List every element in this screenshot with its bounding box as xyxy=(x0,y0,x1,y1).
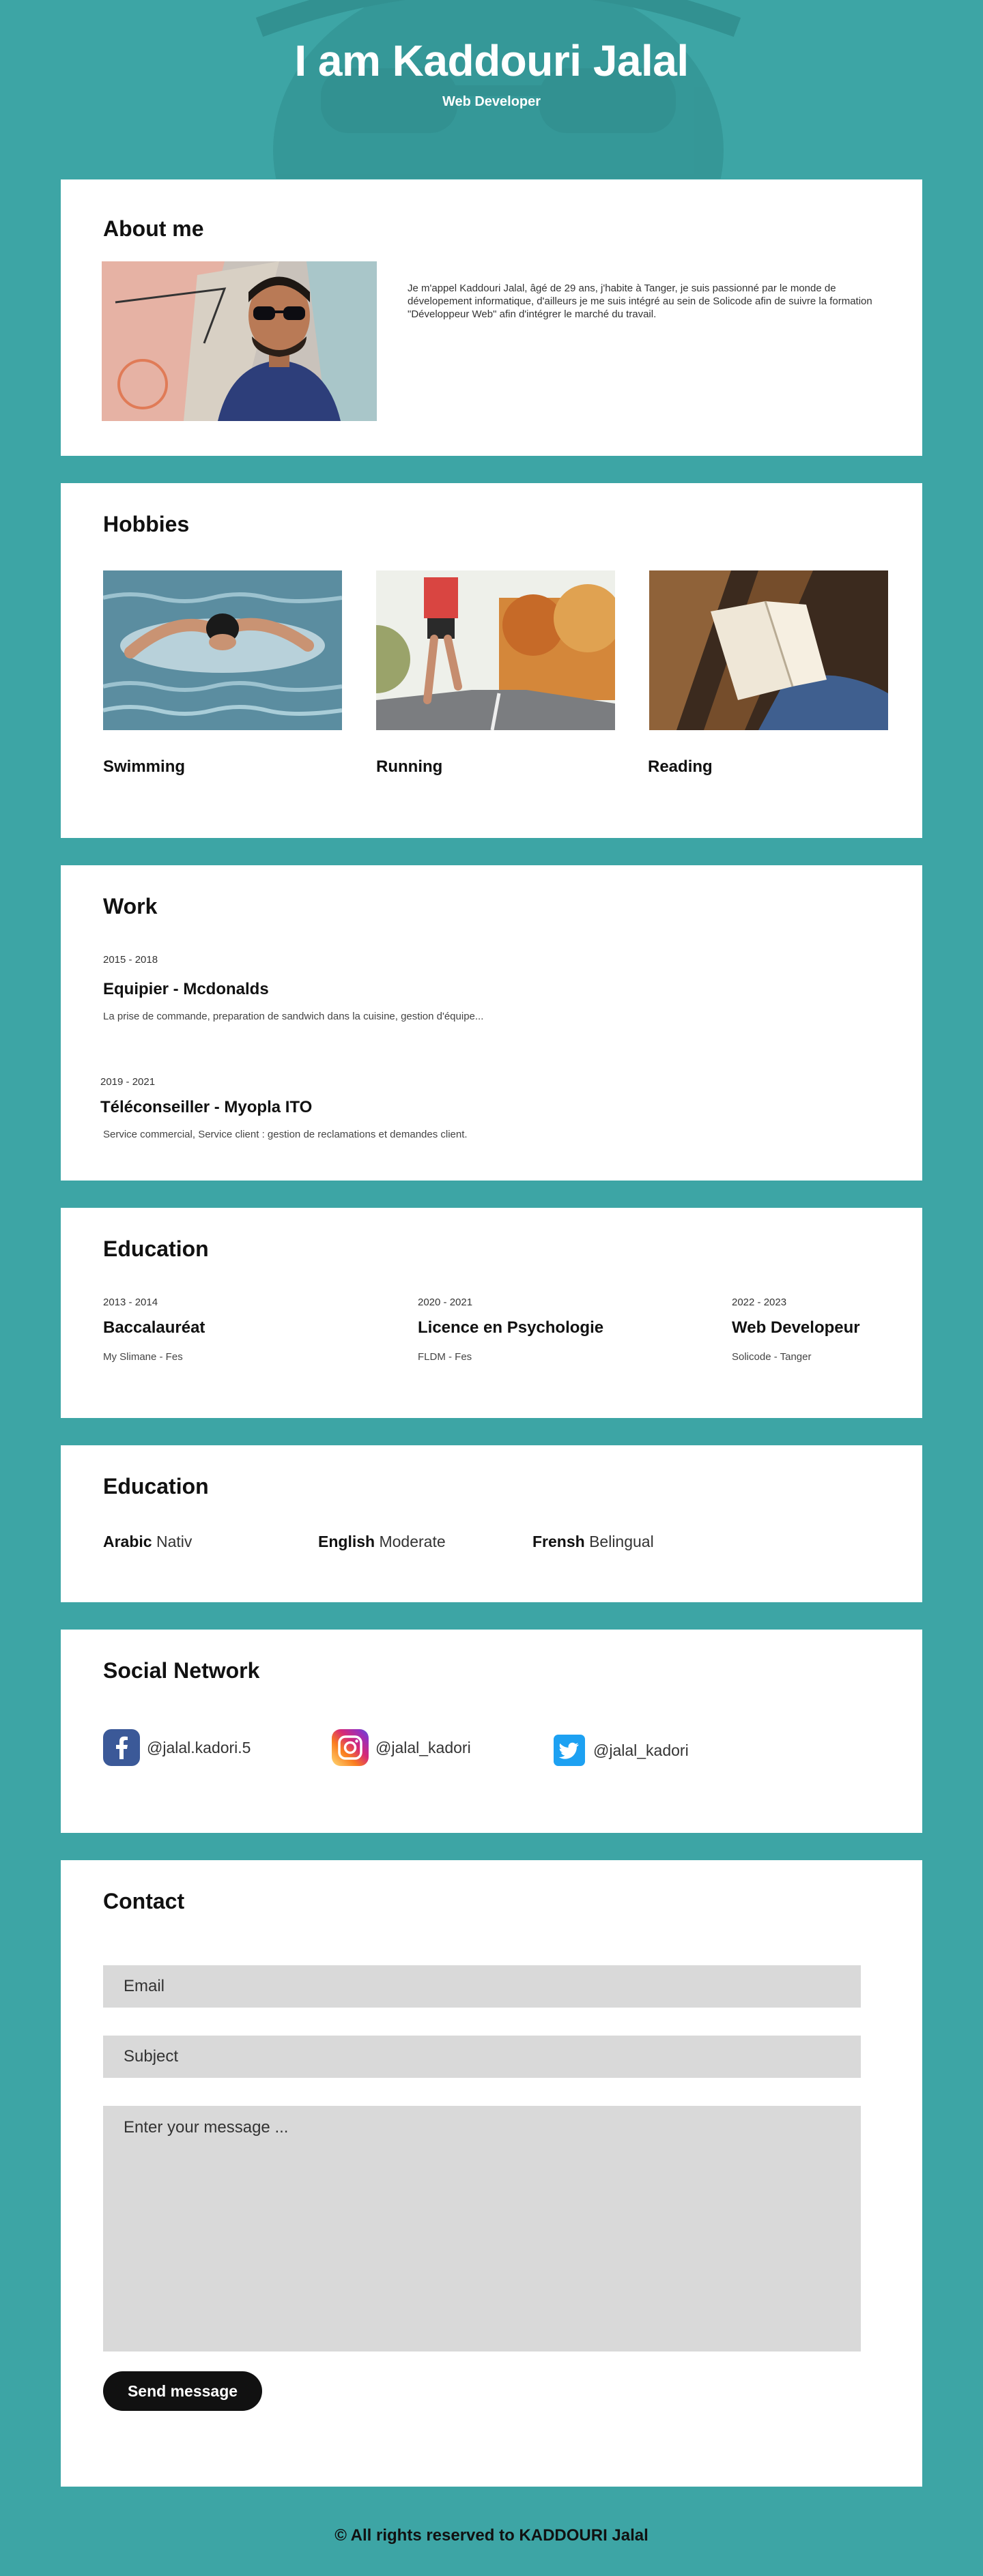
job-date: 2015 - 2018 xyxy=(103,954,158,966)
job-title: Téléconseiller - Myopla ITO xyxy=(100,1098,313,1116)
social-link-instagram[interactable]: @jalal_kadori xyxy=(332,1729,471,1766)
education-date: 2022 - 2023 xyxy=(732,1297,787,1308)
twitter-icon xyxy=(554,1735,585,1766)
send-message-button[interactable]: Send message xyxy=(103,2371,262,2411)
language-item: English Moderate xyxy=(318,1533,446,1551)
hero-title: I am Kaddouri Jalal xyxy=(294,36,689,85)
language-name: Frensh xyxy=(532,1533,585,1550)
languages-section: Education Arabic Nativ English Moderate … xyxy=(61,1445,922,1602)
section-title-social: Social Network xyxy=(103,1658,260,1683)
hero-background-portrait xyxy=(255,0,741,179)
social-handle-facebook: @jalal.kadori.5 xyxy=(147,1738,251,1756)
instagram-icon xyxy=(332,1729,369,1766)
language-level: Belingual xyxy=(589,1533,654,1550)
language-item: Frensh Belingual xyxy=(532,1533,654,1551)
profile-photo xyxy=(102,261,377,421)
education-title: Baccalauréat xyxy=(103,1318,205,1337)
education-place: My Slimane - Fes xyxy=(103,1351,183,1363)
section-title-languages: Education xyxy=(103,1474,209,1499)
facebook-icon xyxy=(103,1729,140,1766)
language-name: English xyxy=(318,1533,375,1550)
footer-copyright: © All rights reserved to KADDOURI Jalal xyxy=(334,2526,649,2545)
hobbies-section: Hobbies Swimming Running Reading xyxy=(61,483,922,838)
job-description: Service commercial, Service client : ges… xyxy=(103,1129,468,1140)
hobby-label-running: Running xyxy=(376,757,443,776)
education-date: 2020 - 2021 xyxy=(418,1297,473,1308)
section-title-hobbies: Hobbies xyxy=(103,512,190,536)
work-section: Work 2015 - 2018 Equipier - Mcdonalds La… xyxy=(61,865,922,1181)
section-title-about: About me xyxy=(103,216,204,241)
hobby-image-running xyxy=(376,570,615,730)
message-textarea[interactable] xyxy=(103,2106,861,2351)
hobby-image-swimming xyxy=(103,570,342,730)
education-title: Licence en Psychologie xyxy=(418,1318,604,1337)
education-date: 2013 - 2014 xyxy=(103,1297,158,1308)
language-item: Arabic Nativ xyxy=(103,1533,192,1551)
about-section: About me Je m'appel Kaddouri Jalal, âgé … xyxy=(61,179,922,456)
section-title-education: Education xyxy=(103,1236,209,1261)
job-description: La prise de commande, preparation de san… xyxy=(103,1011,484,1022)
social-link-facebook[interactable]: @jalal.kadori.5 xyxy=(103,1729,251,1766)
hobby-label-swimming: Swimming xyxy=(103,757,186,776)
social-link-twitter[interactable]: @jalal_kadori xyxy=(554,1732,689,1769)
education-title: Web Developeur xyxy=(732,1318,860,1337)
language-name: Arabic xyxy=(103,1533,152,1550)
social-network-section: Social Network @jalal.kadori.5 @jalal_ka… xyxy=(61,1630,922,1833)
job-date: 2019 - 2021 xyxy=(100,1076,156,1088)
education-place: Solicode - Tanger xyxy=(732,1351,812,1363)
hero-banner: I am Kaddouri Jalal Web Developer xyxy=(0,0,983,179)
section-title-work: Work xyxy=(103,894,158,918)
social-handle-instagram: @jalal_kadori xyxy=(375,1738,471,1756)
education-place: FLDM - Fes xyxy=(418,1351,472,1363)
subject-field[interactable] xyxy=(103,2036,861,2078)
social-handle-twitter: @jalal_kadori xyxy=(593,1741,689,1759)
language-level: Nativ xyxy=(156,1533,193,1550)
section-title-contact: Contact xyxy=(103,1889,185,1913)
email-field[interactable] xyxy=(103,1965,861,2008)
hobby-label-reading: Reading xyxy=(648,757,713,776)
hero-subtitle: Web Developer xyxy=(442,94,541,109)
language-level: Moderate xyxy=(379,1533,446,1550)
education-section: Education 2013 - 2014 Baccalauréat My Sl… xyxy=(61,1208,922,1418)
job-title: Equipier - Mcdonalds xyxy=(103,980,269,998)
contact-section: Contact Send message xyxy=(61,1860,922,2487)
hobby-image-reading xyxy=(649,570,888,730)
about-description: Je m'appel Kaddouri Jalal, âgé de 29 ans… xyxy=(408,283,872,320)
